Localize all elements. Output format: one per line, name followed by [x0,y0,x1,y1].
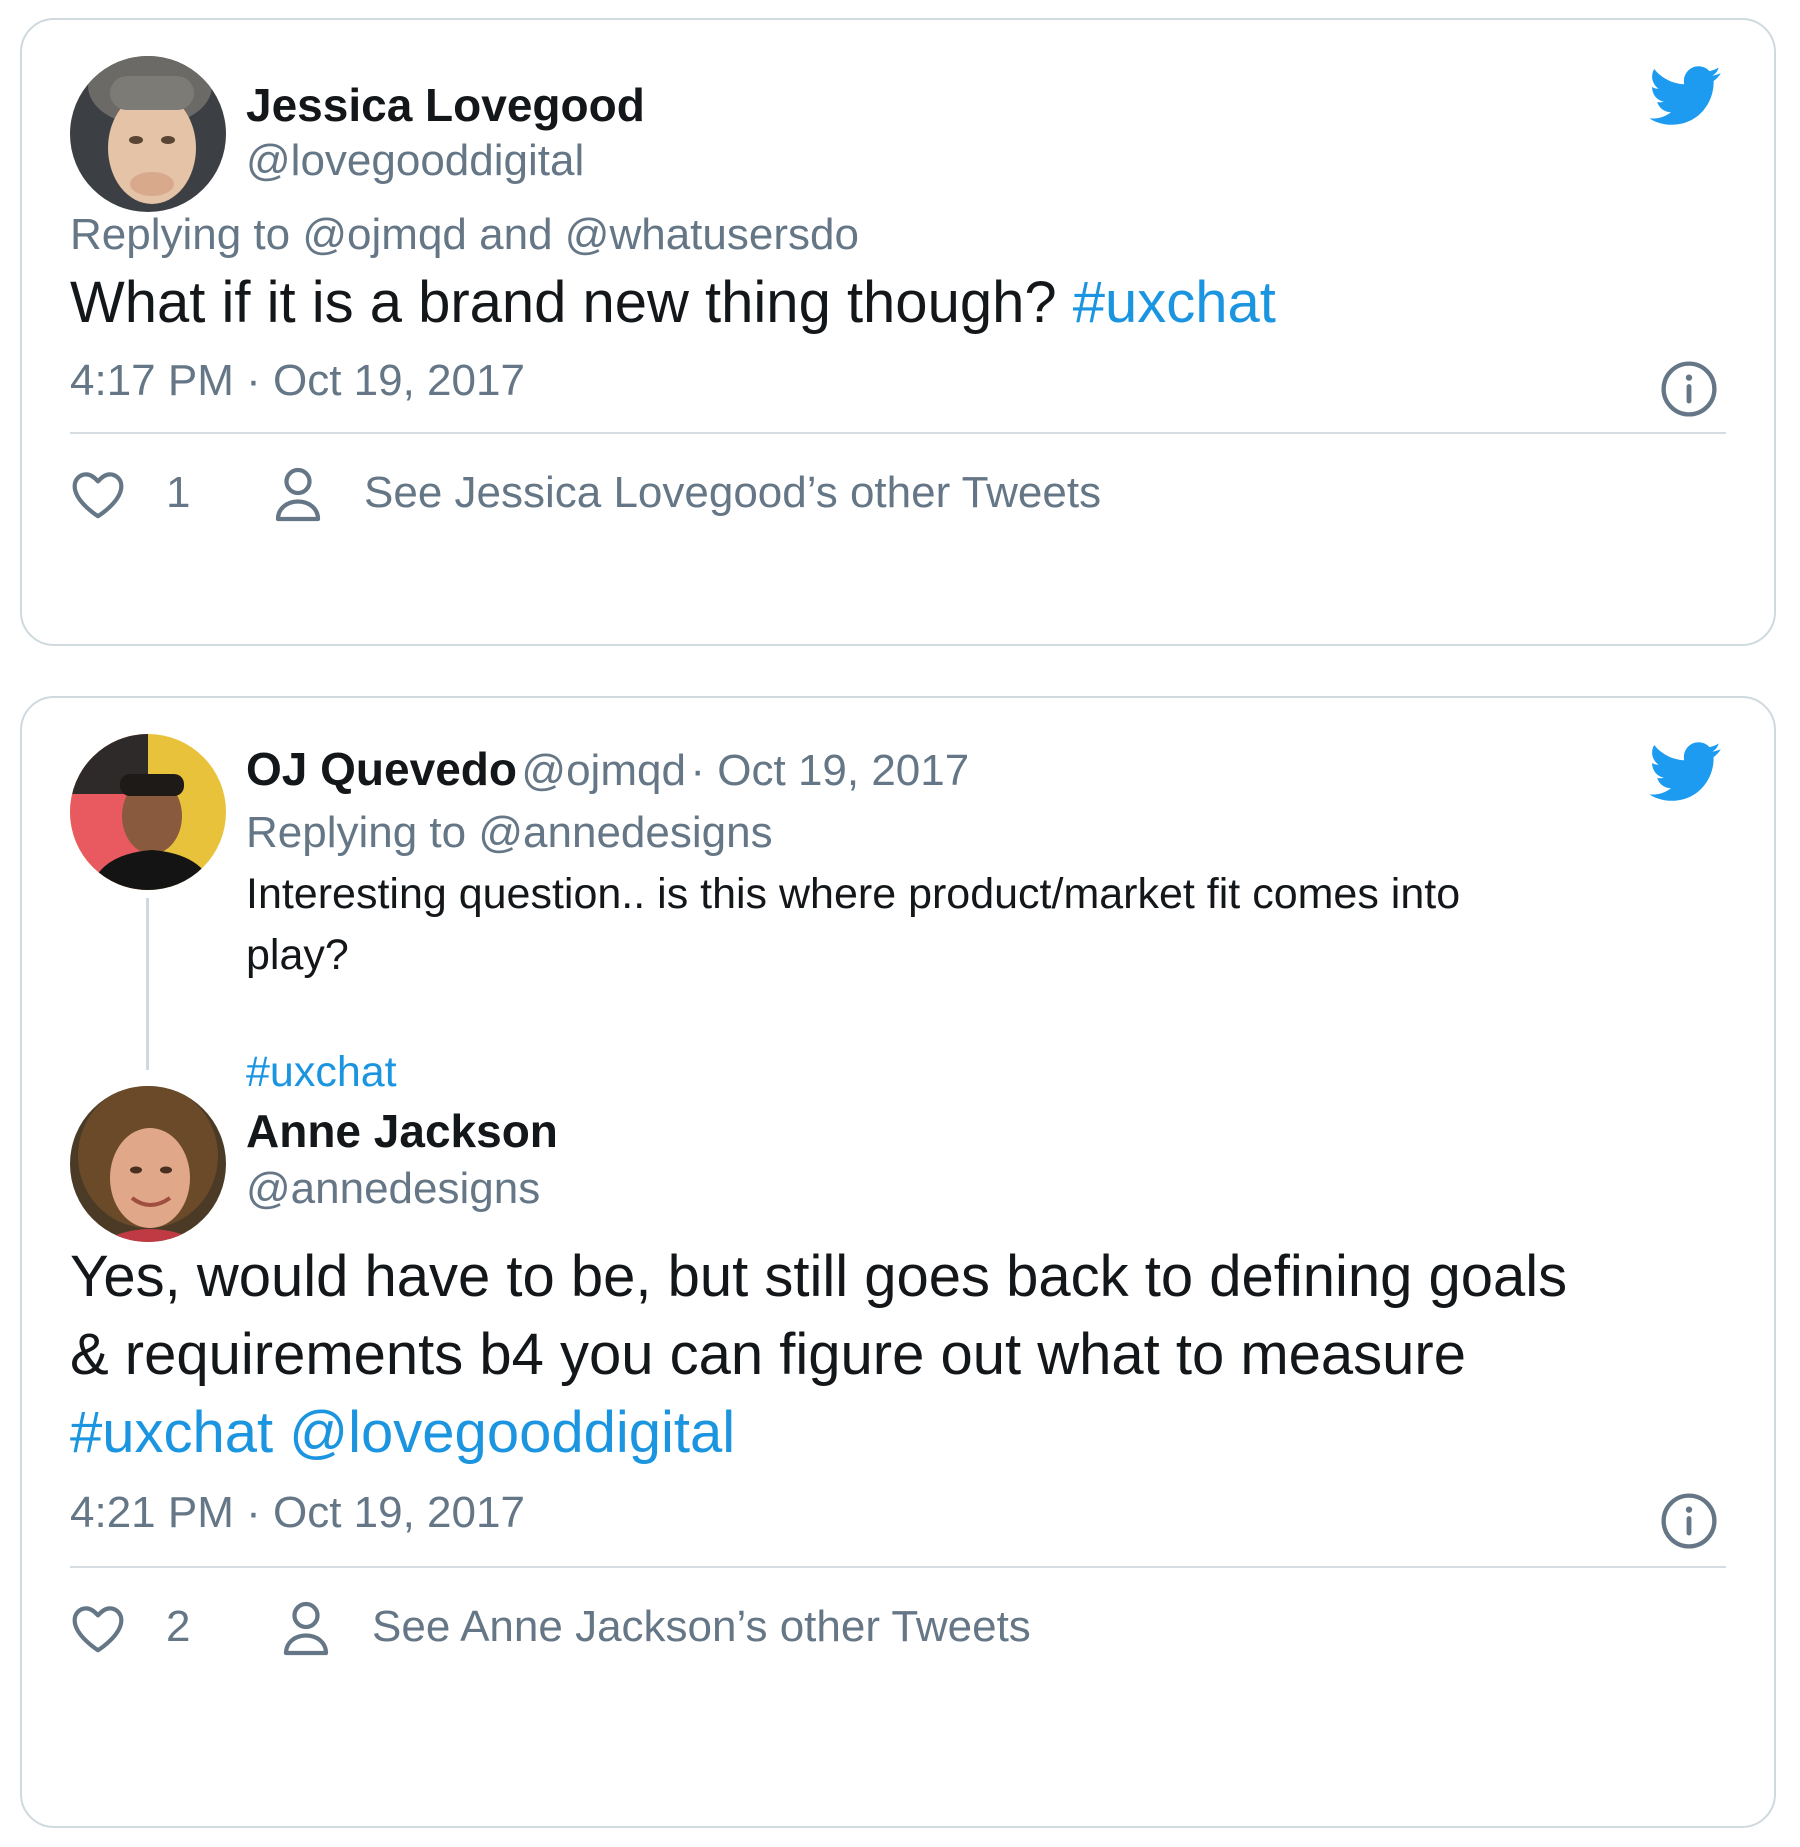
tweet-body: What if it is a brand new thing though? [70,270,1057,335]
replying-to-label: Replying to [246,808,467,857]
parent-author-handle[interactable]: @ojmqd [521,746,686,795]
tweet-text-line: & requirements b4 you can figure out wha… [70,1322,1466,1387]
mention-link[interactable]: @whatusersdo [565,210,859,259]
tweet-card-jessica: Jessica Lovegood @lovegooddigital Replyi… [20,18,1776,646]
avatar-oj-quevedo[interactable] [70,734,226,890]
mention-link[interactable]: @ojmqd [302,210,467,259]
author-name[interactable]: Jessica Lovegood [246,78,645,132]
tweet-text: What if it is a brand new thing though? … [70,264,1276,342]
avatar-anne-jackson[interactable] [70,1086,226,1242]
twitter-bird-icon[interactable] [1650,66,1722,126]
parent-tweet-text-line: play? [246,931,349,979]
see-other-tweets-link[interactable]: See Jessica Lovegood’s other Tweets [364,468,1101,518]
tweet-timestamp[interactable]: 4:17 PM · Oct 19, 2017 [70,356,525,406]
hashtag-link[interactable]: #uxchat [70,1400,273,1465]
tweet-text: Yes, would have to be, but still goes ba… [70,1238,1750,1472]
see-other-tweets-link[interactable]: See Anne Jackson’s other Tweets [372,1602,1031,1652]
parent-tweet-header: OJ Quevedo @ojmqd · Oct 19, 2017 [246,742,969,796]
person-icon[interactable] [280,1598,332,1658]
twitter-bird-icon[interactable] [1650,742,1722,802]
author-name[interactable]: Anne Jackson [246,1104,558,1158]
info-icon[interactable] [1660,1492,1718,1550]
parent-tweet-text: Interesting question.. is this where pro… [246,864,1746,1103]
replying-to-line: Replying to @ojmqd and @whatusersdo [70,210,859,260]
avatar-jessica-lovegood[interactable] [70,56,226,212]
tweet-text-line: Yes, would have to be, but still goes ba… [70,1244,1568,1309]
tweet-timestamp[interactable]: 4:21 PM · Oct 19, 2017 [70,1488,525,1538]
heart-icon[interactable] [70,468,126,520]
like-count[interactable]: 1 [166,468,190,518]
parent-replying-to-line: Replying to @annedesigns [246,808,773,858]
mention-link[interactable]: @lovegooddigital [289,1400,735,1465]
hashtag-link[interactable]: #uxchat [1073,270,1276,335]
tweet-card-anne: OJ Quevedo @ojmqd · Oct 19, 2017 Replyin… [20,696,1776,1828]
info-icon[interactable] [1660,360,1718,418]
parent-tweet-date[interactable]: · Oct 19, 2017 [690,746,969,795]
divider [70,1566,1726,1568]
author-handle[interactable]: @annedesigns [246,1164,540,1214]
parent-author-name[interactable]: OJ Quevedo [246,743,517,795]
person-icon[interactable] [272,464,324,524]
heart-icon[interactable] [70,1602,126,1654]
author-handle[interactable]: @lovegooddigital [246,136,584,186]
replying-and-label: and [479,210,553,259]
hashtag-link[interactable]: #uxchat [246,1042,1746,1103]
like-count[interactable]: 2 [166,1602,190,1652]
thread-connector [146,898,149,1070]
parent-tweet-text-line: Interesting question.. is this where pro… [246,870,1461,918]
divider [70,432,1726,434]
replying-to-label: Replying to [70,210,291,259]
mention-link[interactable]: @annedesigns [478,808,772,857]
